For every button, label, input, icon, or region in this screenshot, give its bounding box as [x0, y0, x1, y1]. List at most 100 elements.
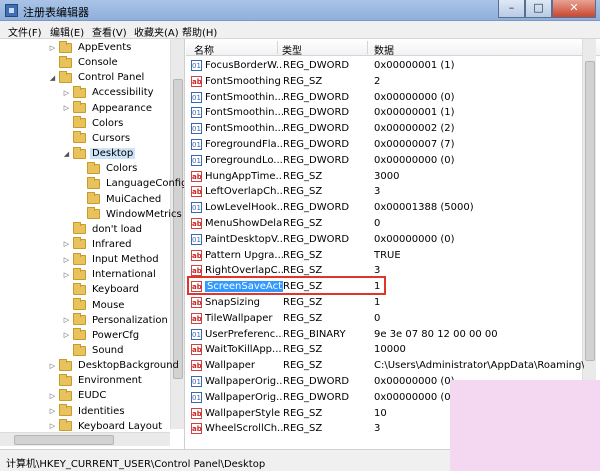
tree-item[interactable]: ▷ Appearance [62, 101, 154, 116]
folder-icon [59, 388, 72, 401]
tree-item-label: AppEvents [78, 42, 132, 53]
tree-item[interactable]: don't load [62, 222, 144, 237]
cell-type: REG_DWORD [283, 123, 350, 135]
tree-item[interactable]: Cursors [62, 131, 132, 146]
tree-item[interactable]: Keyboard [62, 282, 141, 297]
tree-item-label: WindowMetrics [106, 208, 182, 220]
collapsed-arrow-icon[interactable]: ▷ [62, 89, 71, 97]
menu-help[interactable]: 帮助(H) [182, 24, 217, 39]
table-row[interactable]: 01 FontSmoothin... REG_DWORD 0x00000001 (1) [186, 105, 582, 120]
collapsed-arrow-icon[interactable]: ▷ [62, 316, 71, 324]
collapsed-arrow-icon[interactable]: ▷ [48, 44, 57, 52]
cell-name: HungAppTime... [205, 170, 283, 182]
table-row[interactable]: ab MenuShowDelay REG_SZ 0 [186, 216, 582, 231]
tree-item[interactable]: ▷ Accessibility [62, 85, 156, 100]
table-row[interactable]: ab HungAppTime... REG_SZ 3000 [186, 169, 582, 184]
table-row[interactable]: 01 LowLevelHook... REG_DWORD 0x00001388 (50… [186, 200, 582, 215]
tree-item[interactable]: ▷ International [62, 267, 158, 282]
cell-name: FontSmoothin... [205, 123, 283, 135]
tree-item[interactable]: ▷ Identities [48, 404, 127, 419]
tree-item[interactable]: ◢ Desktop [62, 146, 136, 161]
title-bar[interactable]: 注册表编辑器 – □ ✕ [0, 0, 600, 21]
table-row[interactable]: 01 PaintDesktopV... REG_DWORD 0x00000000 (0… [186, 232, 582, 247]
table-row[interactable]: ab WaitToKillApp... REG_SZ 10000 [186, 342, 582, 357]
table-row[interactable]: ab Pattern Upgra... REG_SZ TRUE [186, 248, 582, 263]
menu-file[interactable]: 文件(F) [8, 24, 42, 39]
close-button[interactable]: ✕ [552, 0, 596, 18]
tree-item[interactable]: ▷ PowerCfg [62, 328, 141, 343]
column-data[interactable]: 数据 [374, 42, 394, 57]
tree-item[interactable]: Mouse [62, 298, 126, 313]
tree-item[interactable]: Sound [62, 343, 126, 358]
collapsed-arrow-icon[interactable]: ▷ [48, 422, 57, 430]
table-row[interactable]: ab SnapSizing REG_SZ 1 [186, 295, 582, 310]
tree-item[interactable]: ▷ Input Method [62, 252, 161, 267]
string-value-icon: ab [191, 186, 202, 198]
tree-item[interactable]: ▷ Personalization [62, 313, 170, 328]
collapsed-arrow-icon[interactable]: ▷ [48, 362, 57, 370]
tree-item[interactable]: ▷ EUDC [48, 388, 108, 403]
cell-type: REG_DWORD [283, 139, 350, 150]
cell-type: REG_SZ [283, 297, 323, 308]
menu-edit[interactable]: 编辑(E) [50, 24, 84, 39]
table-row[interactable]: 01 ForegroundLo... REG_DWORD 0x00000000 (0) [186, 153, 582, 168]
list-scroll-thumb[interactable] [585, 61, 595, 361]
cell-data: 0 [374, 218, 381, 229]
collapsed-arrow-icon[interactable]: ▷ [62, 256, 71, 264]
folder-icon [73, 343, 86, 356]
column-type[interactable]: 类型 [282, 42, 302, 57]
minimize-button[interactable]: – [498, 0, 525, 18]
collapsed-arrow-icon[interactable]: ▷ [48, 407, 57, 415]
folder-icon [59, 40, 72, 53]
tree-horizontal-scrollbar[interactable] [0, 432, 170, 446]
column-name[interactable]: 名称 [194, 42, 214, 57]
tree-item[interactable]: Colors [76, 161, 139, 176]
menu-view[interactable]: 查看(V) [92, 24, 127, 39]
collapsed-arrow-icon[interactable]: ▷ [62, 331, 71, 339]
tree-item[interactable]: LanguageConfig [76, 176, 185, 191]
cell-name: UserPreferenc... [205, 328, 283, 340]
tree-item[interactable]: ▷ Keyboard Layout [48, 419, 164, 434]
table-row[interactable]: ab TileWallpaper REG_SZ 0 [186, 311, 582, 326]
table-row[interactable]: 01 FontSmoothin... REG_DWORD 0x00000002 (2) [186, 121, 582, 136]
collapsed-arrow-icon[interactable]: ▷ [62, 271, 71, 279]
table-row[interactable]: 01 FocusBorderW... REG_DWORD 0x00000001 (1) [186, 58, 582, 73]
tree-item[interactable]: ▷ AppEvents [48, 40, 133, 55]
folder-icon [73, 101, 86, 114]
binary-value-icon: 01 [191, 139, 202, 150]
tree-item[interactable]: ▷ DesktopBackground [48, 358, 181, 373]
list-header: 名称 类型 数据 [186, 39, 600, 57]
collapsed-arrow-icon[interactable]: ▷ [62, 104, 71, 112]
menu-bar: 文件(F) 编辑(E) 查看(V) 收藏夹(A) 帮助(H) [0, 21, 600, 39]
expanded-arrow-icon[interactable]: ◢ [62, 150, 71, 158]
folder-icon [59, 419, 72, 432]
tree-hscroll-thumb[interactable] [14, 435, 114, 445]
tree-item-label: MuiCached [106, 193, 162, 205]
expanded-arrow-icon[interactable]: ◢ [48, 74, 57, 82]
table-row[interactable]: ab FontSmoothing REG_SZ 2 [186, 74, 582, 89]
maximize-button[interactable]: □ [525, 0, 552, 18]
tree-item[interactable]: ▷ Infrared [62, 237, 133, 252]
tree-item[interactable]: WindowMetrics [76, 207, 184, 222]
table-row[interactable]: 01 FontSmoothin... REG_DWORD 0x00000000 (0) [186, 90, 582, 105]
cell-name: FocusBorderW... [205, 60, 283, 71]
registry-tree-pane[interactable]: ▷ AppEvents Console ◢ Control Panel ▷ Accessib… [0, 39, 185, 449]
tree-scroll-thumb[interactable] [173, 79, 183, 379]
cell-type: REG_SZ [283, 360, 323, 372]
tree-item[interactable]: Environment [48, 373, 144, 388]
collapsed-arrow-icon[interactable]: ▷ [62, 240, 71, 248]
table-row[interactable]: 01 ForegroundFla... REG_DWORD 0x00000007 (7… [186, 137, 582, 152]
cell-type: REG_DWORD [283, 376, 350, 387]
collapsed-arrow-icon[interactable]: ▷ [48, 392, 57, 400]
regedit-app-icon [5, 4, 18, 17]
tree-item[interactable]: ◢ Control Panel [48, 70, 146, 85]
table-row[interactable]: ab Wallpaper REG_SZ C:\Users\Administrator\… [186, 358, 584, 373]
table-row[interactable]: ab LeftOverlapCh... REG_SZ 3 [186, 184, 582, 199]
tree-item[interactable]: MuiCached [76, 192, 163, 207]
tree-item[interactable]: Console [48, 55, 120, 70]
table-row[interactable]: 01 UserPreferenc... REG_BINARY 9e 3e 07 80 … [186, 327, 582, 342]
tree-item-label: LanguageConfig [106, 178, 185, 190]
menu-favorites[interactable]: 收藏夹(A) [134, 24, 179, 39]
cell-data: 0x00000000 (0) [374, 376, 455, 387]
tree-item[interactable]: Colors [62, 116, 125, 131]
